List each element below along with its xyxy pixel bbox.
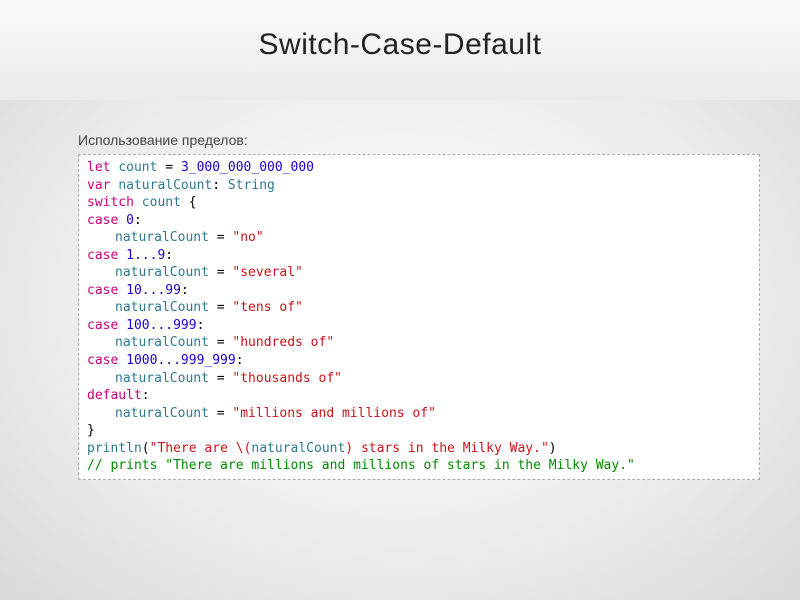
keyword-let: let xyxy=(87,160,110,175)
num-literal: 100...999 xyxy=(126,318,196,333)
ident-nc: naturalCount xyxy=(118,178,212,193)
keyword-case: case xyxy=(87,318,118,333)
paren-open: ( xyxy=(142,441,150,456)
keyword-var: var xyxy=(87,178,110,193)
comment: // prints "There are millions and millio… xyxy=(87,458,635,473)
ident-count: count xyxy=(142,195,181,210)
keyword-case: case xyxy=(87,353,118,368)
colon: : xyxy=(212,178,220,193)
keyword-case: case xyxy=(87,213,118,228)
op-eq: = xyxy=(217,300,225,315)
brace-open: { xyxy=(189,195,197,210)
code-box: let count = 3_000_000_000_000 var natura… xyxy=(78,154,760,480)
ident-nc: naturalCount xyxy=(251,441,345,456)
op-eq: = xyxy=(217,230,225,245)
paren-close: ) xyxy=(549,441,557,456)
str-literal: "several" xyxy=(232,265,302,280)
keyword-switch: switch xyxy=(87,195,134,210)
ident-nc: naturalCount xyxy=(115,406,209,421)
ident-nc: naturalCount xyxy=(115,335,209,350)
op-eq: = xyxy=(165,160,173,175)
ident-nc: naturalCount xyxy=(115,300,209,315)
num-literal: 0 xyxy=(126,213,134,228)
keyword-case: case xyxy=(87,248,118,263)
ident-nc: naturalCount xyxy=(115,265,209,280)
ident-nc: naturalCount xyxy=(115,230,209,245)
colon: : xyxy=(142,388,150,403)
op-eq: = xyxy=(217,335,225,350)
str-literal: "millions and millions of" xyxy=(232,406,436,421)
keyword-case: case xyxy=(87,283,118,298)
colon: : xyxy=(165,248,173,263)
brace-close: } xyxy=(87,423,95,438)
str-literal: "hundreds of" xyxy=(232,335,334,350)
num-literal: 3_000_000_000_000 xyxy=(181,160,314,175)
ident-nc: naturalCount xyxy=(115,371,209,386)
str-literal: "thousands of" xyxy=(232,371,342,386)
interp-open: \( xyxy=(236,441,252,456)
ident-count: count xyxy=(118,160,157,175)
op-eq: = xyxy=(217,406,225,421)
str-literal: "There are xyxy=(150,441,236,456)
colon: : xyxy=(236,353,244,368)
num-literal: 1000...999_999 xyxy=(126,353,236,368)
page-title: Switch-Case-Default xyxy=(0,0,800,62)
num-literal: 1...9 xyxy=(126,248,165,263)
str-literal: stars in the Milky Way." xyxy=(353,441,549,456)
colon: : xyxy=(134,213,142,228)
op-eq: = xyxy=(217,265,225,280)
colon: : xyxy=(197,318,205,333)
keyword-default: default xyxy=(87,388,142,403)
op-eq: = xyxy=(217,371,225,386)
ident-println: println xyxy=(87,441,142,456)
str-literal: "tens of" xyxy=(232,300,302,315)
num-literal: 10...99 xyxy=(126,283,181,298)
colon: : xyxy=(181,283,189,298)
subtitle: Использование пределов: xyxy=(78,132,800,148)
type-string: String xyxy=(228,178,275,193)
interp-close: ) xyxy=(345,441,353,456)
str-literal: "no" xyxy=(232,230,263,245)
